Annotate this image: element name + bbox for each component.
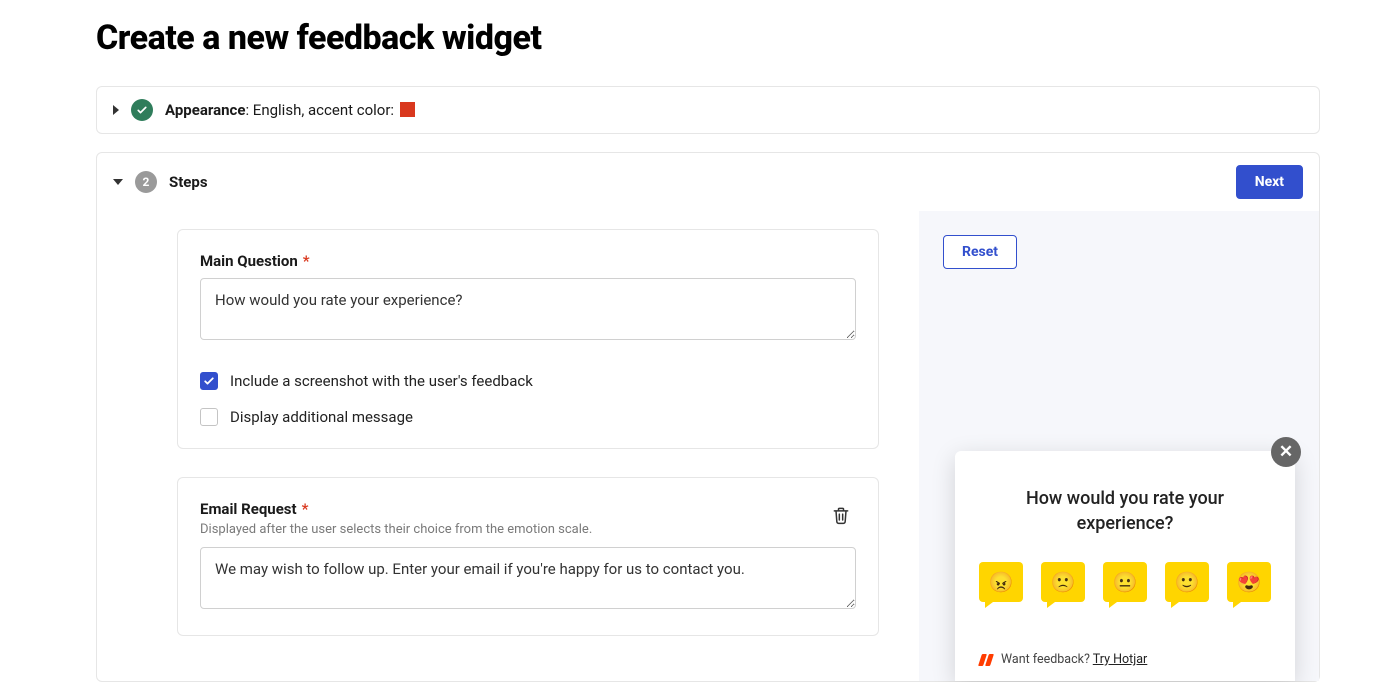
- footer-prompt: Want feedback?: [1001, 652, 1090, 667]
- display-additional-checkbox[interactable]: [200, 408, 218, 426]
- steps-form: Main Question* Include a screenshot with…: [97, 211, 919, 681]
- include-screenshot-checkbox[interactable]: [200, 372, 218, 390]
- chevron-right-icon: [113, 105, 119, 115]
- next-button[interactable]: Next: [1236, 165, 1303, 199]
- email-request-input[interactable]: [200, 547, 856, 609]
- main-question-label: Main Question*: [200, 252, 856, 270]
- appearance-summary-text: : English, accent color:: [245, 101, 397, 119]
- appearance-panel[interactable]: Appearance: English, accent color:: [96, 86, 1320, 134]
- appearance-summary: Appearance: English, accent color:: [165, 101, 415, 119]
- step-number-badge: 2: [135, 171, 157, 193]
- check-icon: [131, 99, 153, 121]
- display-additional-label: Display additional message: [230, 408, 413, 426]
- close-icon[interactable]: ✕: [1271, 437, 1301, 467]
- page-title: Create a new feedback widget: [96, 18, 1320, 58]
- steps-title: Steps: [169, 173, 208, 191]
- email-request-label: Email Request*: [200, 500, 826, 518]
- accent-color-swatch: [400, 102, 415, 117]
- reset-button[interactable]: Reset: [943, 235, 1017, 269]
- steps-panel: 2 Steps Next Main Question*: [96, 152, 1320, 682]
- preview-footer: Want feedback? Try Hotjar: [979, 652, 1271, 667]
- chevron-down-icon[interactable]: [113, 179, 123, 185]
- email-request-help: Displayed after the user selects their c…: [200, 522, 826, 537]
- preview-question: How would you rate your experience?: [979, 487, 1271, 536]
- emoji-sad[interactable]: 🙁: [1041, 562, 1085, 602]
- emoji-angry[interactable]: 😠: [979, 562, 1023, 602]
- emoji-love[interactable]: 😍: [1227, 562, 1271, 602]
- main-question-input[interactable]: [200, 278, 856, 340]
- appearance-label: Appearance: [165, 101, 245, 119]
- emoji-neutral[interactable]: 😐: [1103, 562, 1147, 602]
- include-screenshot-label: Include a screenshot with the user's fee…: [230, 372, 533, 390]
- main-question-card: Main Question* Include a screenshot with…: [177, 229, 879, 449]
- emoji-happy[interactable]: 🙂: [1165, 562, 1209, 602]
- preview-pane: Reset ✕ How would you rate your experien…: [919, 211, 1319, 681]
- email-request-card: Email Request* Displayed after the user …: [177, 477, 879, 636]
- emotion-scale: 😠 🙁 😐 🙂 😍: [979, 562, 1271, 602]
- feedback-widget-preview: ✕ How would you rate your experience? 😠 …: [955, 451, 1295, 681]
- try-hotjar-link[interactable]: Try Hotjar: [1093, 652, 1148, 667]
- delete-email-request-button[interactable]: [826, 500, 856, 530]
- hotjar-logo-icon: [979, 653, 993, 667]
